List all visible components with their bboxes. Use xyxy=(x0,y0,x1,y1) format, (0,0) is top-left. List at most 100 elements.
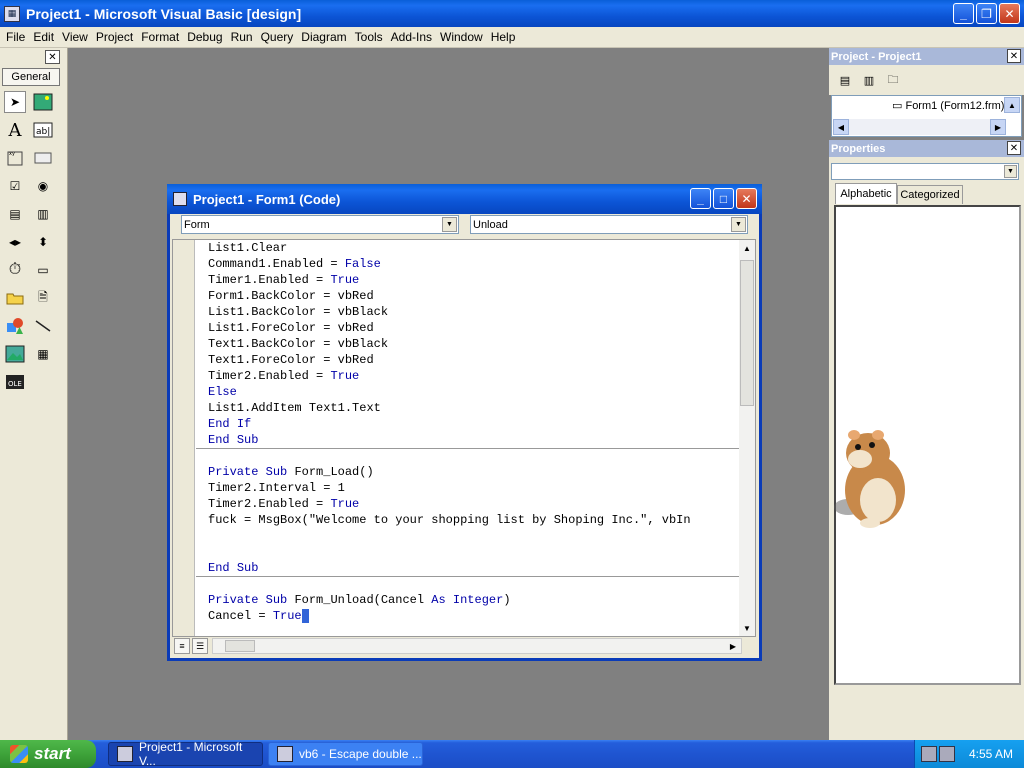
timer-tool-icon[interactable]: ⏱ xyxy=(4,259,26,281)
label-tool-icon[interactable]: A xyxy=(4,119,26,141)
code-line[interactable]: End If xyxy=(196,416,742,432)
commandbutton-tool-icon[interactable] xyxy=(32,147,54,169)
menu-window[interactable]: Window xyxy=(436,30,487,44)
chevron-down-icon[interactable]: ▼ xyxy=(442,217,457,232)
menu-tools[interactable]: Tools xyxy=(351,30,387,44)
checkbox-tool-icon[interactable]: ☑ xyxy=(4,175,26,197)
code-line[interactable]: List1.AddItem Text1.Text xyxy=(196,400,742,416)
hscroll-thumb[interactable] xyxy=(225,640,255,652)
dirlistbox-tool-icon[interactable] xyxy=(4,287,26,309)
properties-close-icon[interactable]: ✕ xyxy=(1007,141,1021,155)
frame-tool-icon[interactable]: xy xyxy=(4,147,26,169)
restore-button[interactable]: ❐ xyxy=(976,3,997,24)
menu-diagram[interactable]: Diagram xyxy=(297,30,350,44)
textbox-tool-icon[interactable]: ab| xyxy=(32,119,54,141)
object-selector[interactable]: ▼ xyxy=(831,163,1019,180)
code-line[interactable]: Private Sub Form_Load() xyxy=(196,464,742,480)
tree-hscrollbar[interactable] xyxy=(833,119,1006,135)
hamster-pet[interactable] xyxy=(830,425,910,530)
listbox-tool-icon[interactable]: ▥ xyxy=(32,203,54,225)
shape-tool-icon[interactable] xyxy=(4,315,26,337)
filelistbox-tool-icon[interactable]: 🗎 xyxy=(32,287,54,309)
tray-app-icon[interactable] xyxy=(921,746,937,762)
code-window-title-bar[interactable]: Project1 - Form1 (Code) _ □ ✕ xyxy=(167,184,762,214)
view-code-icon[interactable]: ▤ xyxy=(835,71,855,89)
optionbutton-tool-icon[interactable]: ◉ xyxy=(32,175,54,197)
code-line[interactable]: Text1.ForeColor = vbRed xyxy=(196,352,742,368)
procedure-view-icon[interactable]: ≡ xyxy=(174,638,190,654)
tab-alphabetic[interactable]: Alphabetic xyxy=(835,183,897,204)
close-button[interactable]: ✕ xyxy=(999,3,1020,24)
tree-scroll-right-icon[interactable]: ▶ xyxy=(990,119,1006,135)
scroll-right-icon[interactable]: ▶ xyxy=(726,639,740,653)
menu-view[interactable]: View xyxy=(58,30,92,44)
code-line[interactable]: List1.ForeColor = vbRed xyxy=(196,320,742,336)
ole-tool-icon[interactable]: OLE xyxy=(4,371,26,393)
scroll-down-icon[interactable]: ▼ xyxy=(739,620,755,636)
code-line[interactable] xyxy=(196,528,742,544)
code-line[interactable]: List1.BackColor = vbBlack xyxy=(196,304,742,320)
code-line[interactable]: fuck = MsgBox("Welcome to your shopping … xyxy=(196,512,742,528)
code-line[interactable]: List1.Clear xyxy=(196,240,742,256)
code-line[interactable]: Text1.BackColor = vbBlack xyxy=(196,336,742,352)
taskbar-item-browser[interactable]: vb6 - Escape double ... xyxy=(268,742,423,766)
code-maximize-button[interactable]: □ xyxy=(713,188,734,209)
main-title-bar[interactable]: ▦ Project1 - Microsoft Visual Basic [des… xyxy=(0,0,1024,27)
menu-file[interactable]: File xyxy=(2,30,29,44)
code-line[interactable]: Form1.BackColor = vbRed xyxy=(196,288,742,304)
tree-scroll-up-icon[interactable]: ▲ xyxy=(1004,97,1020,113)
chevron-down-icon[interactable]: ▼ xyxy=(731,217,746,232)
code-line[interactable]: Timer2.Interval = 1 xyxy=(196,480,742,496)
menu-format[interactable]: Format xyxy=(137,30,183,44)
vscroll-thumb[interactable] xyxy=(740,260,754,406)
chevron-down-icon[interactable]: ▼ xyxy=(1004,165,1017,178)
line-tool-icon[interactable] xyxy=(32,315,54,337)
tab-categorized[interactable]: Categorized xyxy=(897,185,963,204)
menu-debug[interactable]: Debug xyxy=(183,30,226,44)
toolbox-close-icon[interactable]: ✕ xyxy=(45,50,60,64)
code-line[interactable] xyxy=(196,544,742,560)
code-line[interactable]: Command1.Enabled = False xyxy=(196,256,742,272)
code-line[interactable]: Cancel = True xyxy=(196,608,742,624)
menu-edit[interactable]: Edit xyxy=(29,30,58,44)
toolbox-general-tab[interactable]: General xyxy=(2,68,60,86)
taskbar-item-vb[interactable]: Project1 - Microsoft V... xyxy=(108,740,263,768)
combobox-tool-icon[interactable]: ▤ xyxy=(4,203,26,225)
menu-query[interactable]: Query xyxy=(257,30,298,44)
project-tree-item[interactable]: ▭ Form1 (Form12.frm) xyxy=(892,99,1004,112)
code-vscrollbar[interactable]: ▲ ▼ xyxy=(739,240,755,636)
code-line[interactable]: Timer1.Enabled = True xyxy=(196,272,742,288)
hscrollbar-tool-icon[interactable]: ◂▸ xyxy=(4,231,26,253)
code-line[interactable]: Timer2.Enabled = True xyxy=(196,496,742,512)
menu-run[interactable]: Run xyxy=(227,30,257,44)
picturebox-tool-icon[interactable] xyxy=(32,91,54,113)
view-object-icon[interactable]: ▥ xyxy=(859,71,879,89)
clock[interactable]: 4:55 AM xyxy=(969,747,1013,761)
image-tool-icon[interactable] xyxy=(4,343,26,365)
pointer-tool-icon[interactable]: ➤ xyxy=(4,91,26,113)
drivelistbox-tool-icon[interactable]: ▭ xyxy=(32,259,54,281)
toggle-folders-icon[interactable]: 🗀 xyxy=(883,71,903,89)
project-panel-title[interactable]: Project - Project1 ✕ xyxy=(829,48,1024,65)
code-line[interactable]: End Sub xyxy=(196,432,742,448)
object-combo[interactable]: Form ▼ xyxy=(181,215,459,234)
code-minimize-button[interactable]: _ xyxy=(690,188,711,209)
code-line[interactable] xyxy=(196,448,742,464)
procedure-combo[interactable]: Unload ▼ xyxy=(470,215,748,234)
code-hscrollbar[interactable]: ▶ xyxy=(212,638,742,654)
menu-add-ins[interactable]: Add-Ins xyxy=(387,30,436,44)
code-line[interactable]: Timer2.Enabled = True xyxy=(196,368,742,384)
scroll-up-icon[interactable]: ▲ xyxy=(739,240,755,256)
start-button[interactable]: start xyxy=(0,740,96,768)
vscrollbar-tool-icon[interactable]: ⬍ xyxy=(32,231,54,253)
code-line[interactable] xyxy=(196,576,742,592)
tray-volume-icon[interactable] xyxy=(939,746,955,762)
properties-panel-title[interactable]: Properties ✕ xyxy=(829,140,1024,157)
minimize-button[interactable]: _ xyxy=(953,3,974,24)
data-tool-icon[interactable]: ▦ xyxy=(32,343,54,365)
code-line[interactable]: End Sub xyxy=(196,560,742,576)
menu-project[interactable]: Project xyxy=(92,30,137,44)
full-module-view-icon[interactable]: ☰ xyxy=(192,638,208,654)
code-editor[interactable]: List1.Clear Command1.Enabled = False Timer… xyxy=(172,239,756,637)
code-close-button[interactable]: ✕ xyxy=(736,188,757,209)
